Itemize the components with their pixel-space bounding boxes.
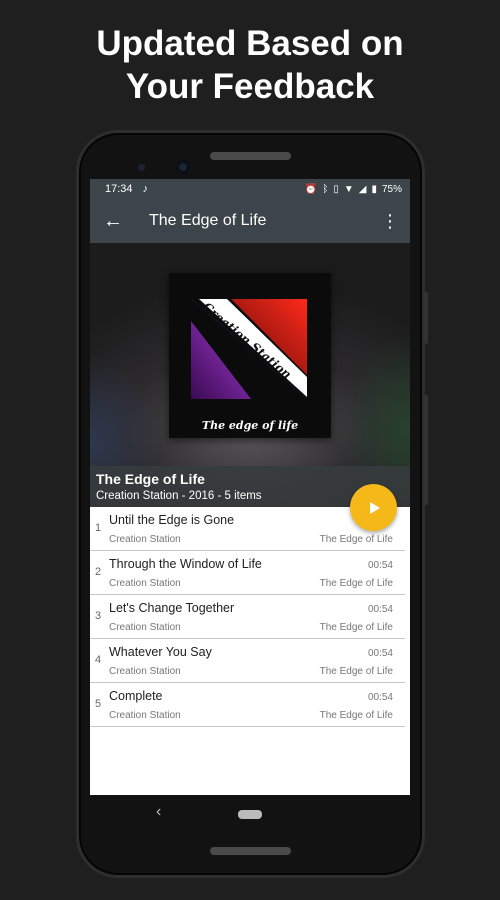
track-title: Complete	[109, 689, 163, 703]
promo-headline-line-1: Updated Based on	[96, 24, 404, 63]
bluetooth-icon: ᛒ	[322, 183, 329, 195]
track-number: 1	[95, 522, 102, 534]
promo-headline: Updated Based on Your Feedback	[0, 22, 500, 108]
track-title: Whatever You Say	[109, 645, 212, 659]
battery-icon: ▮	[371, 183, 377, 195]
track-artist: Creation Station	[109, 666, 181, 677]
play-all-button[interactable]	[350, 484, 397, 531]
more-options-icon[interactable]: ⋮	[370, 211, 410, 232]
track-artist: Creation Station	[109, 622, 181, 633]
track-title: Until the Edge is Gone	[109, 513, 235, 527]
back-arrow-icon[interactable]: ←	[90, 210, 136, 233]
track-artist: Creation Station	[109, 534, 181, 545]
album-title: The Edge of Life	[96, 471, 205, 487]
track-row[interactable]: 5 Complete Creation Station 00:54 The Ed…	[90, 683, 405, 727]
track-album: The Edge of Life	[319, 534, 393, 545]
status-bar: 17:34 ♪ ⏰ ᛒ ▯ ▼ ◢ ▮ 75%	[90, 179, 410, 199]
alarm-icon: ⏰	[304, 183, 318, 195]
page-title: The Edge of Life	[149, 212, 267, 229]
phone-sensor	[138, 164, 145, 171]
promo-headline-line-2: Your Feedback	[125, 67, 375, 106]
play-icon	[369, 501, 380, 514]
phone-side-button	[424, 292, 428, 344]
track-album: The Edge of Life	[319, 710, 393, 721]
track-duration: 00:54	[367, 560, 393, 571]
track-title: Let's Change Together	[109, 601, 235, 615]
nav-home-pill-icon[interactable]	[238, 810, 262, 819]
track-number: 5	[95, 698, 102, 710]
phone-earpiece	[210, 152, 291, 160]
phone-bottom-speaker	[210, 847, 291, 855]
track-title: Through the Window of Life	[109, 557, 262, 571]
phone-volume-button	[424, 395, 428, 505]
track-artist: Creation Station	[109, 710, 181, 721]
track-number: 2	[95, 566, 102, 578]
track-row[interactable]: 2 Through the Window of Life Creation St…	[90, 551, 405, 595]
track-duration: 00:54	[367, 692, 393, 703]
track-number: 3	[95, 610, 102, 622]
track-album: The Edge of Life	[319, 666, 393, 677]
track-duration: 00:54	[367, 604, 393, 615]
system-nav-bar: ‹	[90, 795, 410, 835]
track-row[interactable]: 4 Whatever You Say Creation Station 00:5…	[90, 639, 405, 683]
cover-title-text: The edge of life	[202, 419, 298, 432]
album-header: Creation Station The edge of life The Ed…	[90, 243, 410, 507]
nav-back-icon[interactable]: ‹	[156, 803, 161, 821]
cell-signal-icon: ◢	[358, 183, 367, 195]
wifi-icon: ▼	[343, 183, 354, 195]
track-row[interactable]: 3 Let's Change Together Creation Station…	[90, 595, 405, 639]
app-bar: ← The Edge of Life ⋮	[90, 199, 410, 243]
album-cover: Creation Station The edge of life	[169, 273, 331, 438]
status-time: 17:34	[105, 183, 133, 195]
track-album: The Edge of Life	[319, 578, 393, 589]
status-icons: ⏰ ᛒ ▯ ▼ ◢ ▮ 75%	[305, 184, 402, 195]
track-duration: 00:54	[367, 648, 393, 659]
track-artist: Creation Station	[109, 578, 181, 589]
track-number: 4	[95, 654, 102, 666]
battery-percent: 75%	[381, 183, 402, 195]
track-album: The Edge of Life	[319, 622, 393, 633]
phone-front-camera	[176, 160, 190, 174]
app-screen: 17:34 ♪ ⏰ ᛒ ▯ ▼ ◢ ▮ 75% ← The Edge of Li…	[90, 179, 410, 795]
music-note-icon: ♪	[142, 183, 149, 195]
track-list: 1 Until the Edge is Gone Creation Statio…	[90, 507, 410, 727]
vibrate-icon: ▯	[333, 183, 339, 195]
